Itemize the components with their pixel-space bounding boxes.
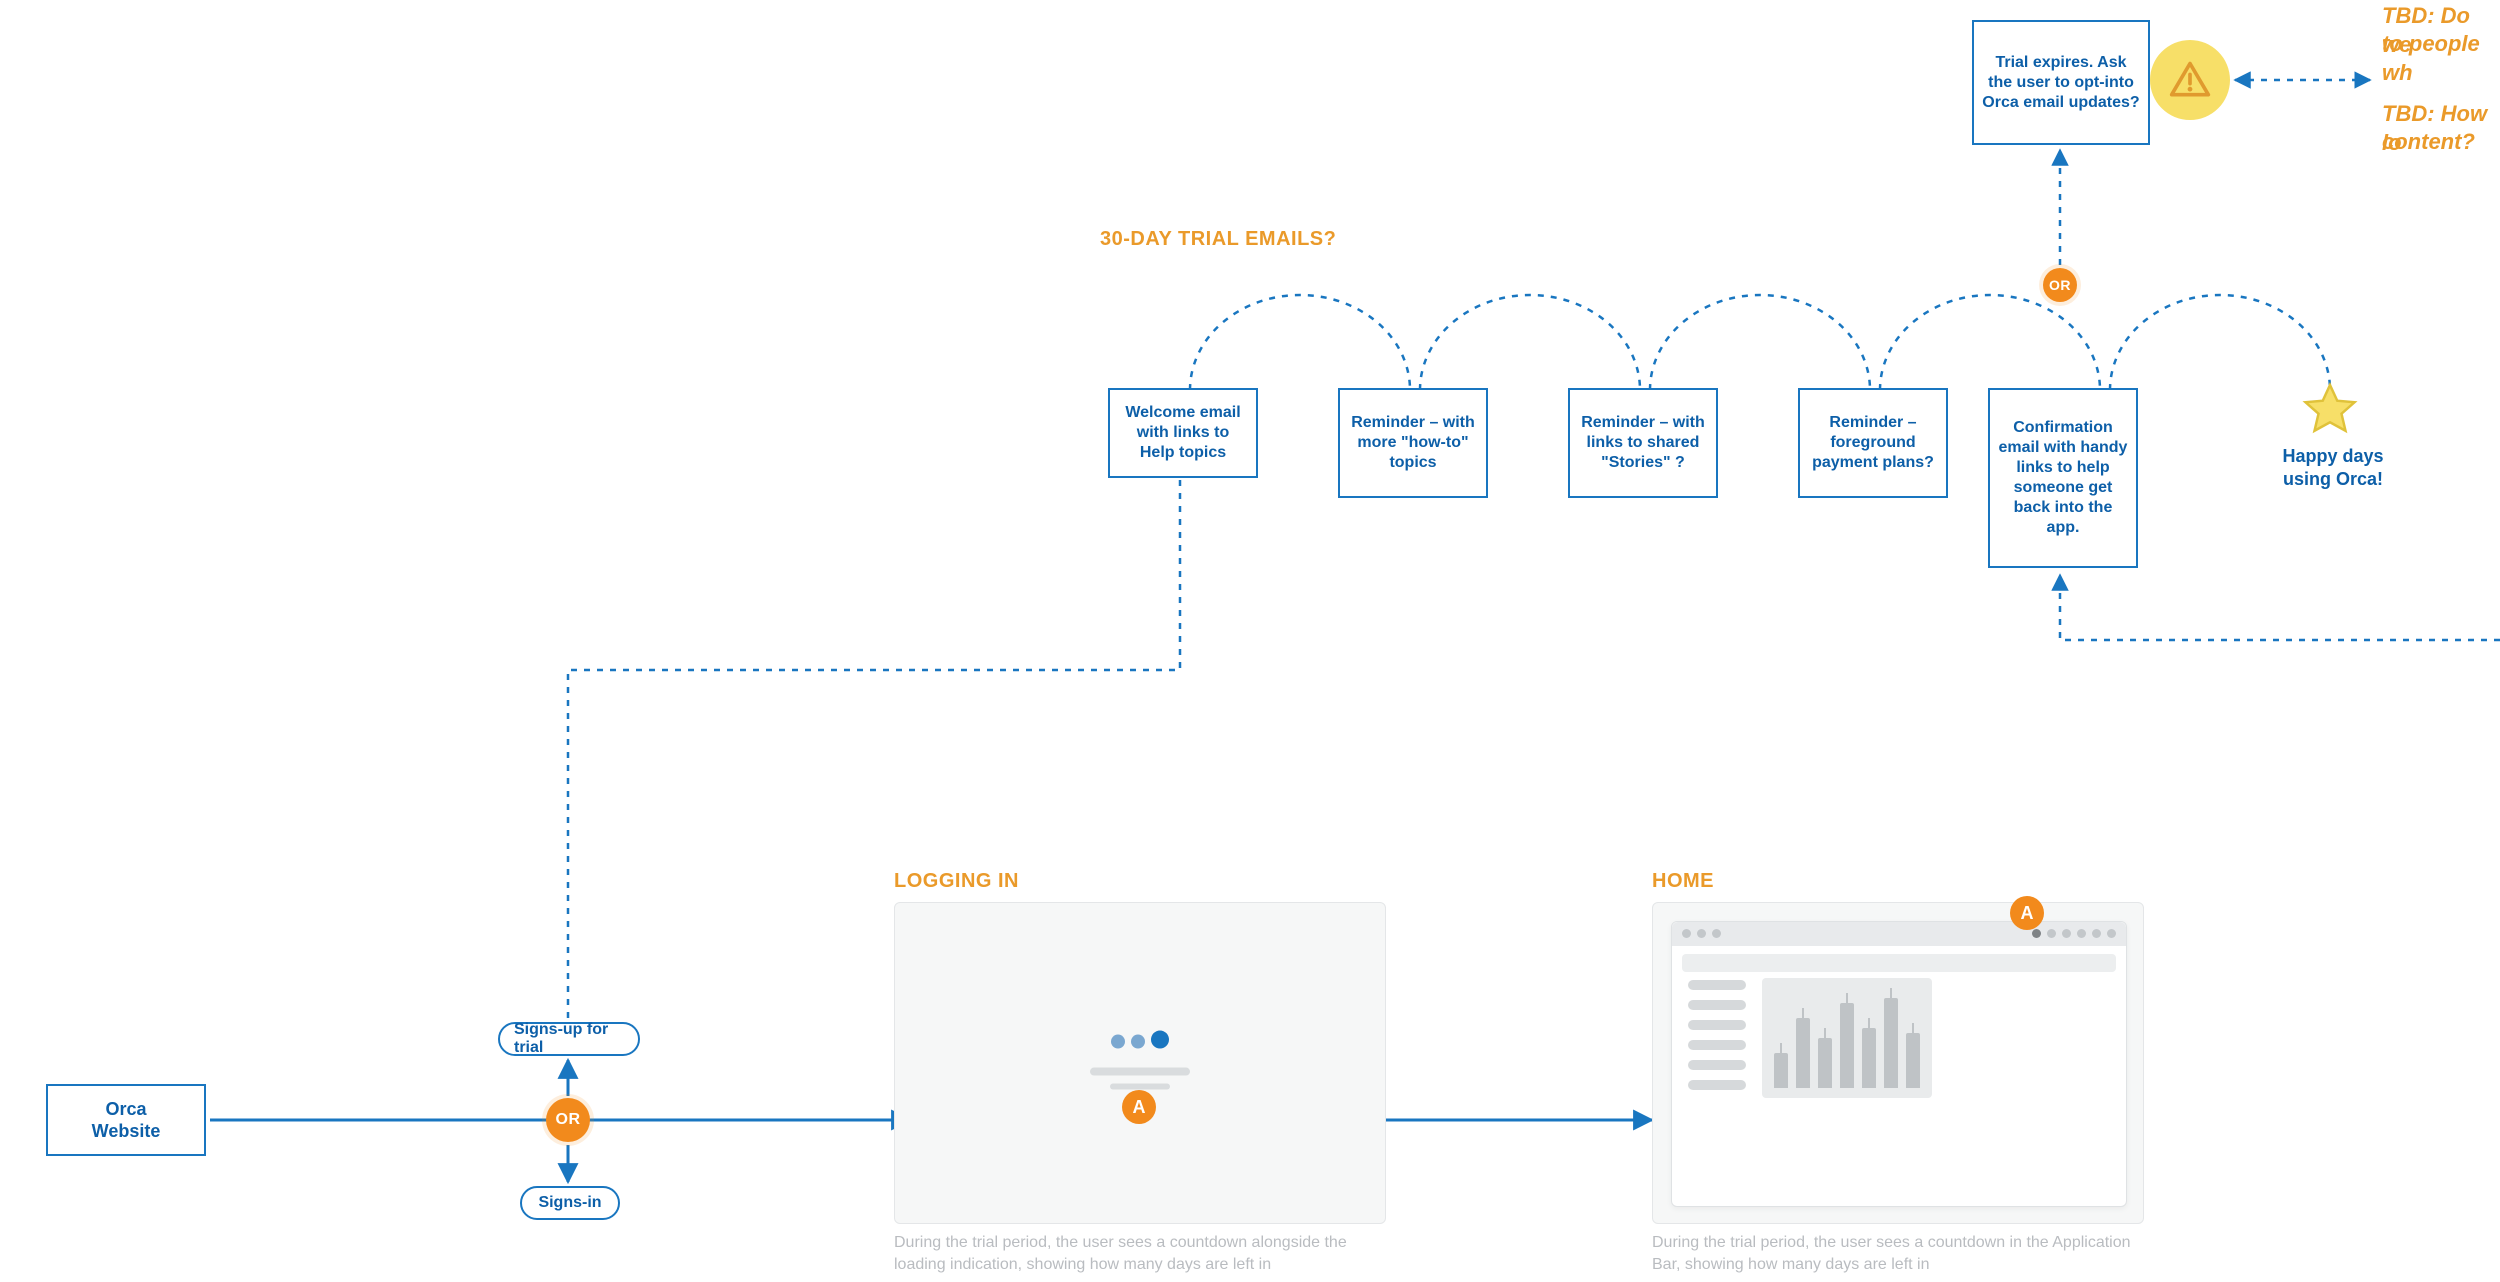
or-badge-main: OR [546,1098,590,1142]
happy-days-label: Happy days using Orca! [2278,445,2388,490]
tbd-note-2b: content? [2382,128,2475,157]
sidebar-mock [1682,978,1752,1196]
mock-logging-in [894,902,1386,1224]
marker-a-logging-in: A [1122,1090,1156,1124]
heading-logging-in: LOGGING IN [894,870,1019,893]
email-box-welcome: Welcome email with links to Help topics [1108,388,1258,478]
email-box-reminder-stories: Reminder – with links to shared "Stories… [1568,388,1718,498]
or-badge-top: OR [2043,268,2077,302]
loader-dots-icon [1090,1031,1190,1054]
mock-home [1652,902,2144,1224]
start-box-orca-website: Orca Website [46,1084,206,1156]
flow-canvas: 30-DAY TRIAL EMAILS? Welcome email with … [0,0,2500,1282]
tbd-note-1b: to people wh [2382,30,2500,87]
heading-trial-emails: 30-DAY TRIAL EMAILS? [1100,228,1336,251]
warning-icon [2150,40,2230,120]
email-box-reminder-payment: Reminder – foreground payment plans? [1798,388,1948,498]
caption-home: During the trial period, the user sees a… [1652,1232,2142,1277]
loader-bar-short [1110,1084,1170,1090]
pill-signs-in: Signs-in [520,1186,620,1220]
star-icon [2300,380,2360,440]
loader-bar [1090,1068,1190,1076]
pill-signs-up: Signs-up for trial [498,1022,640,1056]
caption-logging-in: During the trial period, the user sees a… [894,1232,1384,1277]
start-box-line2: Website [92,1120,161,1143]
chart-mock-icon [1762,978,1932,1098]
start-box-line1: Orca [105,1098,146,1121]
marker-a-home: A [2010,896,2044,930]
trial-expires-box: Trial expires. Ask the user to opt-into … [1972,20,2150,145]
browser-mock [1671,921,2127,1207]
email-box-confirmation: Confirmation email with handy links to h… [1988,388,2138,568]
email-box-reminder-howto: Reminder – with more "how-to" topics [1338,388,1488,498]
heading-home: HOME [1652,870,1714,893]
